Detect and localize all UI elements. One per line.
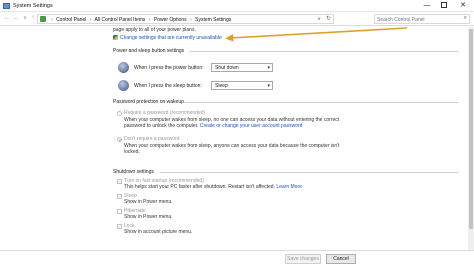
power-button-select[interactable]: Shut down ▾ [211,63,273,72]
dont-require-password-desc: When your computer wakes from sleep, any… [124,143,340,149]
maximize-button[interactable] [437,0,451,12]
minimize-button[interactable]: — [420,0,434,12]
learn-more-link[interactable]: Learn More [276,184,302,190]
search-input[interactable] [377,16,457,23]
power-buttons-section-title: Power and sleep button settings [113,48,185,54]
search-icon[interactable]: ⌕ [464,15,467,22]
power-button-icon [118,62,129,73]
dont-require-password-label: Don't require a password [124,136,180,142]
cancel-button[interactable]: Cancel [326,254,356,264]
fast-startup-checkbox[interactable]: ✓ [117,179,122,184]
annotation-arrow-head [225,34,234,42]
breadcrumb-separator: › [89,16,92,23]
power-button-row: When I press the power button: Shut down… [118,62,278,74]
breadcrumb-power-options[interactable]: Power Options [154,17,187,23]
breadcrumb: › Control Panel › All Control Panel Item… [49,17,231,23]
create-password-link[interactable]: Create or change your user account passw… [200,123,303,129]
window-title: System Settings [13,3,53,9]
sleep-button-label: When I press the sleep button: [134,83,202,89]
require-password-label: Require a password (recommended) [124,110,206,116]
dont-require-password-desc-2: locked. [124,149,140,155]
lock-desc: Show in account picture menu. [124,229,193,235]
power-button-label: When I press the power button: [134,65,204,71]
control-panel-icon [40,16,46,22]
dont-require-password-radio[interactable] [117,137,122,142]
scrollbar-thumb[interactable] [469,29,473,229]
breadcrumb-separator: › [51,16,53,23]
maximize-icon [441,2,447,9]
sleep-checkbox[interactable]: ✓ [117,194,122,199]
refresh-button[interactable]: ↻ [326,15,331,22]
sleep-button-select-value: Sleep [215,83,228,89]
up-button[interactable]: ↑ [29,15,37,21]
annotation-arrow [225,27,408,42]
forward-button[interactable]: → [11,15,19,21]
footer-bar: Save changes Cancel [0,250,474,267]
address-bar[interactable]: › Control Panel › All Control Panel Item… [37,14,334,24]
chevron-down-icon: ▾ [267,83,270,89]
vertical-scrollbar[interactable] [468,27,474,250]
sleep-button-icon [118,80,129,91]
intro-text: page apply to all of your power plans. [113,27,196,33]
power-button-select-value: Shut down [215,65,239,71]
breadcrumb-separator: › [148,16,151,23]
sleep-desc: Show in Power menu. [124,199,173,205]
title-bar: System Settings — ✕ [0,0,474,12]
hibernate-desc: Show in Power menu. [124,214,173,220]
save-changes-button[interactable]: Save changes [285,254,321,264]
sleep-button-select[interactable]: Sleep ▾ [211,81,273,90]
breadcrumb-system-settings[interactable]: System Settings [195,17,231,23]
chevron-down-icon: ▾ [267,65,270,71]
breadcrumb-separator: › [190,16,192,23]
sleep-button-row: When I press the sleep button: Sleep ▾ [118,80,278,92]
breadcrumb-all-items[interactable]: All Control Panel Items [95,17,146,23]
address-dropdown-button[interactable]: ∨ [317,16,321,22]
change-unavailable-settings-link[interactable]: Change settings that are currently unava… [113,35,222,41]
section-divider [190,51,458,52]
recent-locations-button[interactable]: ∨ [21,15,29,21]
breadcrumb-control-panel[interactable]: Control Panel [56,17,86,23]
change-unavailable-settings-label: Change settings that are currently unava… [120,35,222,41]
section-divider [184,102,458,103]
section-divider [160,172,458,173]
uac-shield-icon [113,35,118,41]
password-section-title: Password protection on wakeup [113,99,184,105]
address-bar-row: ← → ∨ ↑ › Control Panel › All Control Pa… [0,12,474,26]
search-box[interactable]: ⌕ [374,14,470,24]
shutdown-section-title: Shutdown settings [113,169,154,175]
hibernate-checkbox[interactable] [117,209,122,214]
fast-startup-desc: This helps start your PC faster after sh… [124,184,275,190]
require-password-desc-2: password to unlock the computer. Create … [124,123,302,129]
require-password-desc-end: password to unlock the computer. [124,123,199,129]
system-settings-app-icon [3,3,10,9]
require-password-radio[interactable] [117,111,122,116]
settings-content: page apply to all of your power plans. C… [0,27,474,267]
fast-startup-desc-row: This helps start your PC faster after sh… [124,184,302,190]
back-button[interactable]: ← [3,15,11,21]
lock-checkbox[interactable]: ✓ [117,224,122,229]
close-button[interactable]: ✕ [456,0,470,12]
annotation-arrow-line [229,27,408,39]
